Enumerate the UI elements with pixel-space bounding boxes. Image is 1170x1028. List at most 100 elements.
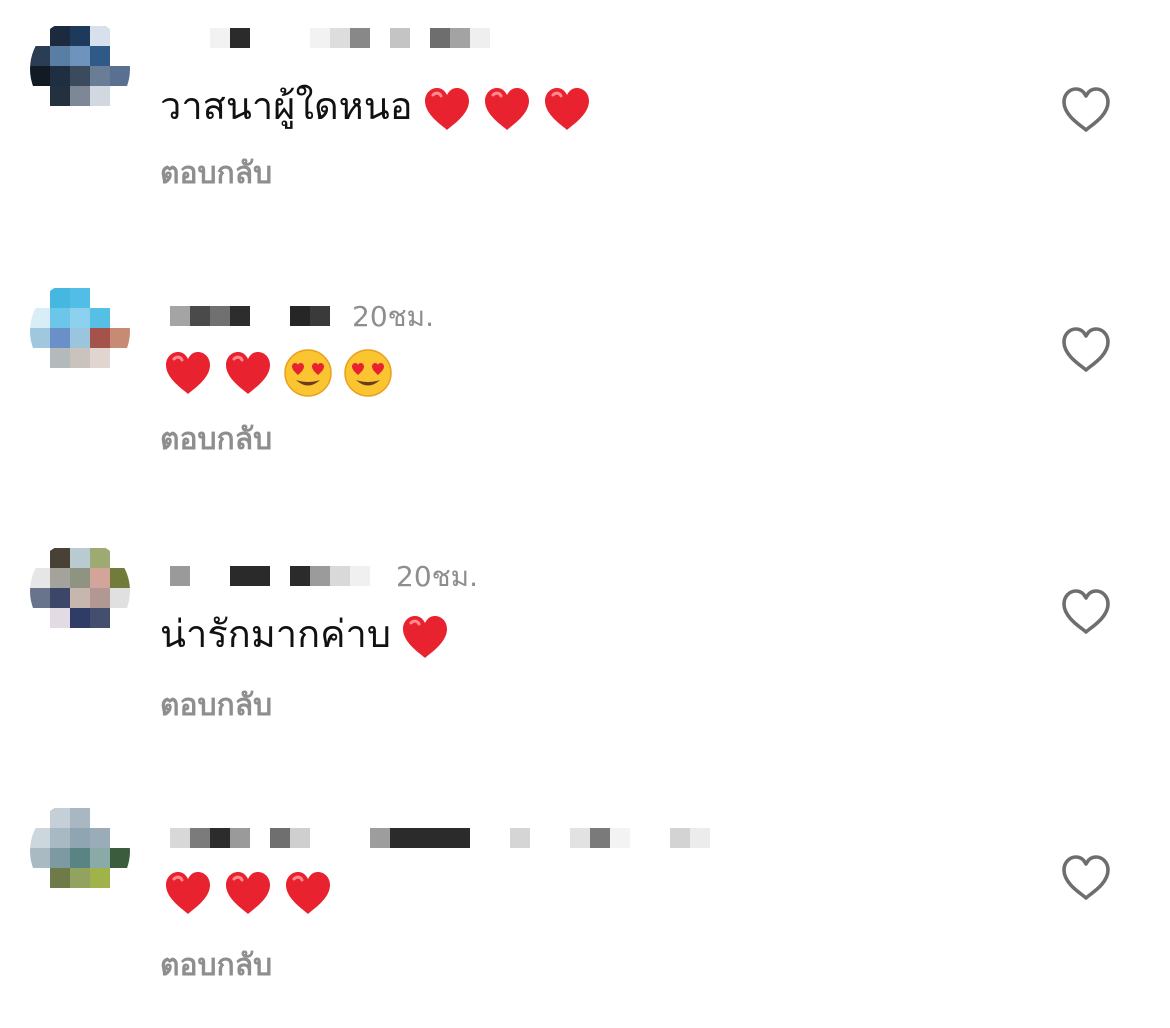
avatar-pixel: [30, 568, 50, 588]
comment-text: [160, 862, 334, 919]
red-heart-emoji: [481, 83, 533, 135]
red-heart-emoji: [222, 347, 274, 399]
red-heart-emoji: [162, 347, 214, 399]
avatar-pixel: [90, 868, 110, 888]
heart-eyes-emoji: [282, 347, 334, 399]
avatar-pixel: [50, 588, 70, 608]
avatar-pixel: [30, 548, 50, 568]
red-heart-emoji: [541, 83, 593, 135]
avatar-pixel: [90, 288, 110, 308]
avatar-pixel: [50, 348, 70, 368]
avatar-pixel: [110, 46, 130, 66]
avatar-pixel: [50, 46, 70, 66]
reply-button[interactable]: ตอบกลับ: [160, 946, 272, 986]
comment-text: น่ารักมากค่าบ: [160, 606, 451, 663]
avatar-pixel: [110, 568, 130, 588]
comment-item: วาสนาผู้ใดหนอ ตอบกลับ: [0, 26, 1170, 246]
timestamp: 20ชม.: [396, 560, 478, 593]
avatar-pixel: [70, 86, 90, 106]
avatar-pixel: [70, 328, 90, 348]
username-blurred[interactable]: [170, 828, 750, 854]
avatar[interactable]: [30, 808, 130, 894]
avatar-pixel: [50, 66, 70, 86]
avatar-pixel: [50, 828, 70, 848]
avatar-pixel: [70, 588, 90, 608]
avatar-pixel: [70, 828, 90, 848]
avatar-pixel: [110, 328, 130, 348]
avatar-pixel: [30, 328, 50, 348]
username-blurred[interactable]: [170, 28, 750, 54]
emoji-row: [160, 868, 334, 914]
avatar-pixel: [90, 66, 110, 86]
avatar-pixel: [110, 548, 130, 568]
avatar-pixel: [110, 848, 130, 868]
avatar-pixel: [110, 288, 130, 308]
username-blurred[interactable]: 20ชม.: [170, 560, 750, 593]
avatar-pixel: [110, 828, 130, 848]
comment-body: น่ารักมากค่าบ: [160, 612, 392, 656]
avatar-pixel: [30, 86, 50, 106]
red-heart-emoji: [282, 867, 334, 919]
avatar-pixel: [50, 868, 70, 888]
username-blurred[interactable]: 20ชม.: [170, 300, 750, 333]
avatar-pixel: [90, 588, 110, 608]
avatar-pixel: [30, 288, 50, 308]
avatar-pixel: [90, 328, 110, 348]
heart-outline-icon[interactable]: [1060, 588, 1112, 636]
timestamp: 20ชม.: [352, 300, 434, 333]
avatar-pixel: [90, 548, 110, 568]
avatar-pixel: [50, 848, 70, 868]
avatar-pixel: [90, 828, 110, 848]
avatar-pixel: [30, 808, 50, 828]
avatar-pixel: [50, 608, 70, 628]
avatar-pixel: [30, 588, 50, 608]
comment-text: [160, 342, 394, 399]
avatar-pixel: [70, 288, 90, 308]
emoji-row: [160, 348, 394, 397]
comment-text: วาสนาผู้ใดหนอ: [160, 78, 593, 135]
reply-button[interactable]: ตอบกลับ: [160, 686, 272, 726]
avatar-pixel: [50, 808, 70, 828]
avatar-pixel: [50, 308, 70, 328]
emoji-row: [413, 84, 593, 130]
avatar-pixel: [30, 868, 50, 888]
avatar-pixel: [70, 868, 90, 888]
avatar-pixel: [30, 26, 50, 46]
avatar-pixel: [30, 848, 50, 868]
red-heart-emoji: [399, 611, 451, 663]
avatar-pixel: [70, 808, 90, 828]
comment-item: ตอบกลับ: [0, 808, 1170, 1028]
avatar-pixel: [50, 26, 70, 46]
avatar-pixel: [110, 308, 130, 328]
avatar-pixel: [50, 86, 70, 106]
heart-outline-icon[interactable]: [1060, 854, 1112, 902]
heart-eyes-emoji: [342, 347, 394, 399]
avatar-pixel: [90, 46, 110, 66]
avatar-pixel: [30, 66, 50, 86]
avatar-pixel: [30, 308, 50, 328]
avatar-pixel: [70, 46, 90, 66]
avatar-pixel: [90, 86, 110, 106]
red-heart-emoji: [162, 867, 214, 919]
comment-item: 20ชม. น่ารักมากค่าบ ตอบกลับ: [0, 548, 1170, 768]
avatar-pixel: [70, 548, 90, 568]
avatar-pixel: [110, 26, 130, 46]
reply-button[interactable]: ตอบกลับ: [160, 154, 272, 194]
avatar-pixel: [50, 568, 70, 588]
avatar-pixel: [110, 608, 130, 628]
avatar[interactable]: [30, 26, 130, 112]
heart-outline-icon[interactable]: [1060, 326, 1112, 374]
reply-button[interactable]: ตอบกลับ: [160, 420, 272, 460]
avatar-pixel: [70, 308, 90, 328]
avatar-pixel: [30, 46, 50, 66]
avatar[interactable]: [30, 288, 130, 374]
avatar-pixel: [90, 568, 110, 588]
heart-outline-icon[interactable]: [1060, 86, 1112, 134]
avatar-pixel: [50, 548, 70, 568]
avatar[interactable]: [30, 548, 130, 634]
avatar-pixel: [110, 808, 130, 828]
red-heart-emoji: [222, 867, 274, 919]
comment-body: วาสนาผู้ใดหนอ: [160, 84, 413, 128]
avatar-pixel: [50, 288, 70, 308]
avatar-pixel: [50, 328, 70, 348]
